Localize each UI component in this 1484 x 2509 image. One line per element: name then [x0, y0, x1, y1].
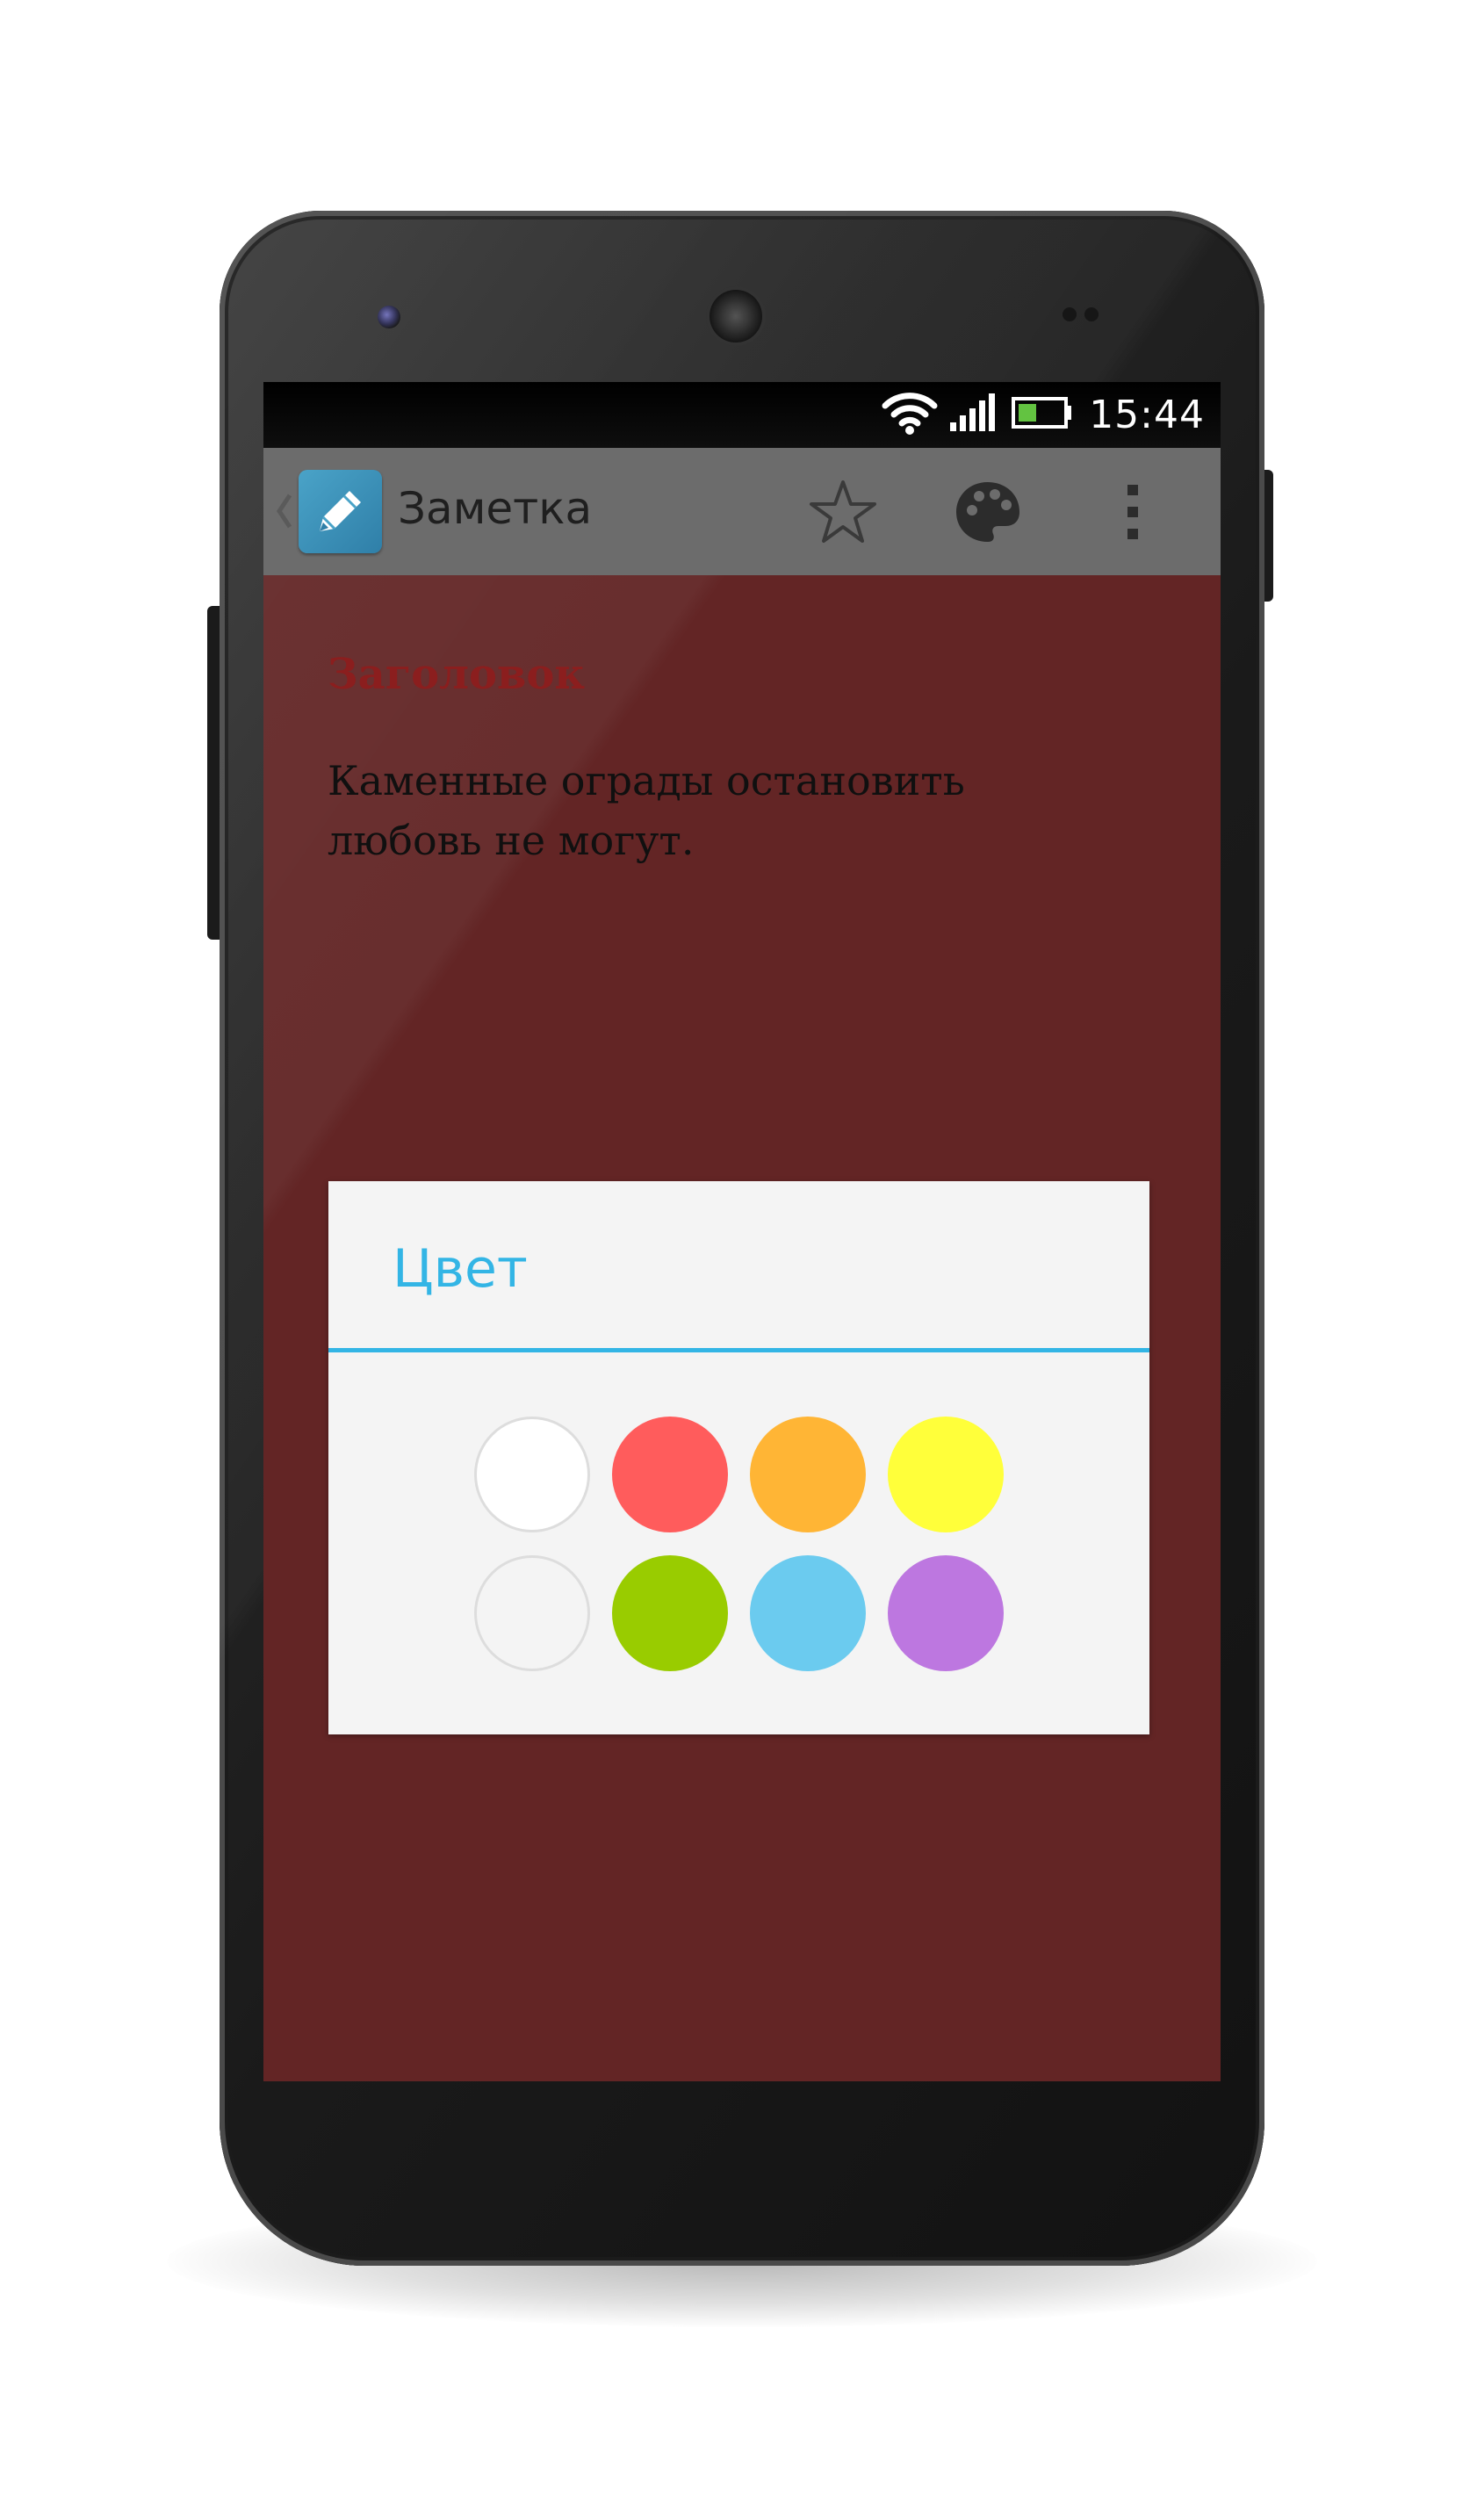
status-time: 15:44 [1089, 393, 1205, 437]
color-swatch-red[interactable] [612, 1417, 728, 1532]
proximity-sensor [1063, 307, 1077, 321]
color-swatch-green[interactable] [612, 1555, 728, 1671]
screen: 15:44 Заметка Заголовок Каменные ограды … [263, 382, 1221, 2081]
status-icons: 15:44 [871, 382, 1205, 448]
overflow-menu-button[interactable] [1093, 474, 1172, 553]
color-swatch-blue[interactable] [750, 1555, 866, 1671]
wifi-icon [882, 390, 938, 440]
color-swatch-white[interactable] [474, 1417, 590, 1532]
earpiece-speaker [710, 290, 762, 342]
action-bar: Заметка [263, 448, 1221, 575]
front-camera [378, 306, 400, 328]
palette-icon [953, 477, 1023, 552]
star-icon [808, 477, 878, 552]
overflow-menu-icon [1124, 481, 1142, 547]
color-swatch-purple[interactable] [888, 1555, 1004, 1671]
light-sensor [1084, 307, 1099, 321]
color-button[interactable] [948, 474, 1027, 553]
battery-icon [1012, 395, 1073, 435]
color-swatch-light-gray[interactable] [474, 1555, 590, 1671]
color-swatch-orange[interactable] [750, 1417, 866, 1532]
color-dialog: Цвет [328, 1181, 1149, 1734]
note-editor: Заголовок Каменные ограды остановить люб… [263, 575, 1221, 2081]
favorite-button[interactable] [803, 474, 882, 553]
signal-icon [948, 393, 1001, 437]
color-swatch-grid [474, 1417, 1054, 1671]
status-bar: 15:44 [263, 382, 1221, 448]
color-swatch-yellow[interactable] [888, 1417, 1004, 1532]
back-chevron-icon[interactable] [274, 492, 293, 535]
dialog-title: Цвет [393, 1238, 528, 1300]
dialog-divider [328, 1348, 1149, 1352]
pencil-app-icon[interactable] [299, 470, 382, 553]
page-title: Заметка [398, 483, 593, 534]
